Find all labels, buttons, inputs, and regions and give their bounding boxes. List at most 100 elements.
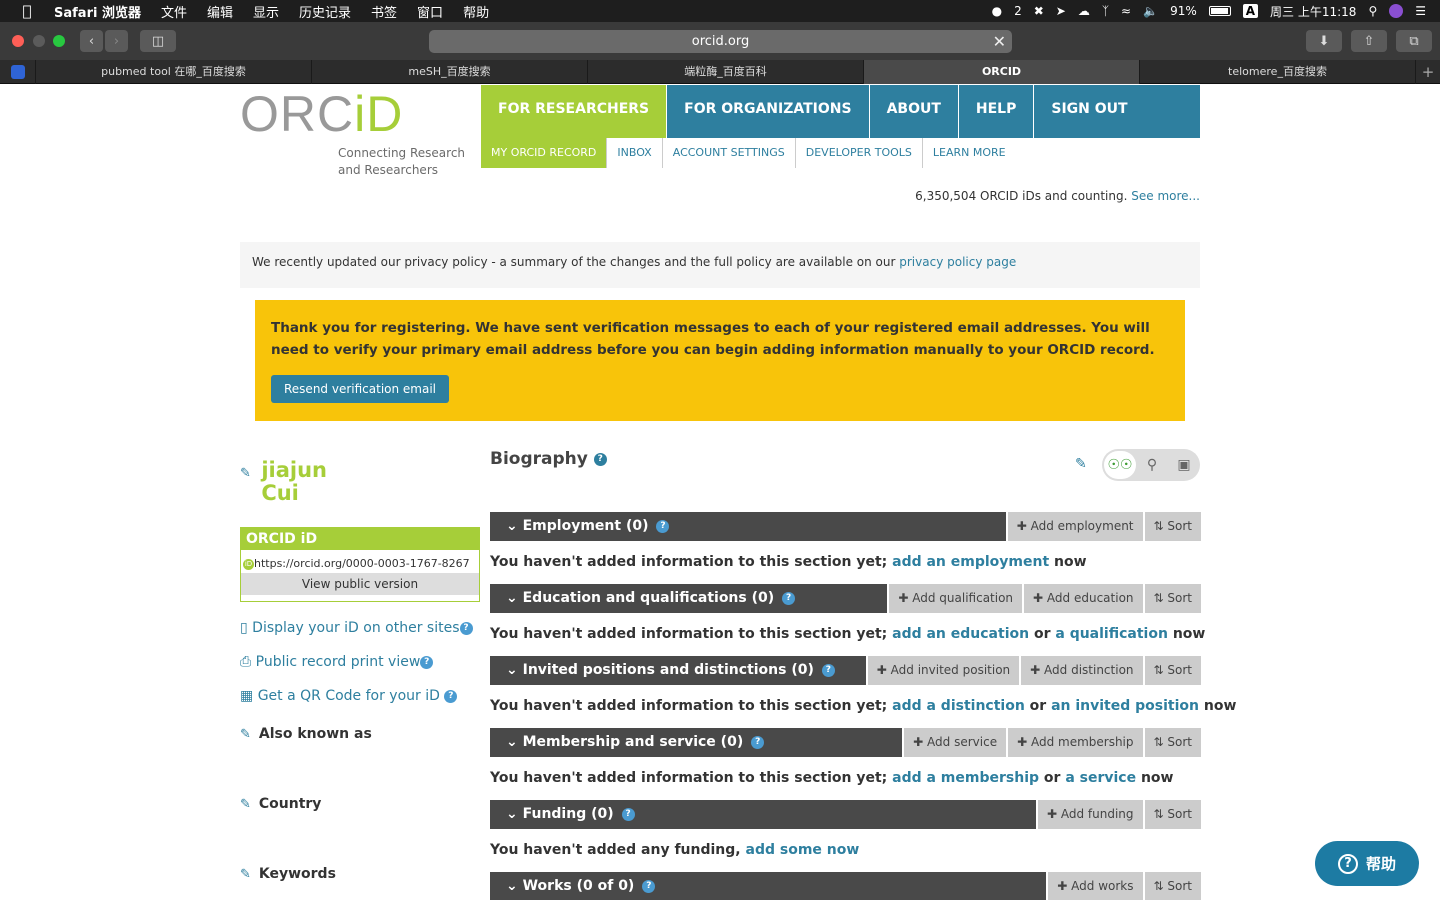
add-funding-link[interactable]: add some now	[746, 842, 860, 858]
everyone-visibility-icon[interactable]: ☉☉	[1104, 451, 1136, 479]
menu-bookmarks[interactable]: 书签	[371, 2, 397, 21]
section-header[interactable]: ⌄ Invited positions and distinctions (0)…	[490, 656, 866, 685]
tab-mesh[interactable]: meSH_百度搜索	[312, 60, 588, 84]
add-employment-button[interactable]: ✚ Add employment	[1007, 512, 1143, 541]
menu-history[interactable]: 历史记录	[299, 2, 351, 21]
section-header[interactable]: ⌄ Education and qualifications (0)?	[490, 584, 888, 613]
cloud-icon[interactable]: ☁	[1078, 4, 1090, 18]
display-id-link[interactable]: ▯ Display your iD on other sites?	[240, 620, 473, 636]
sort-button[interactable]: ⇅ Sort	[1144, 584, 1201, 613]
sort-button[interactable]: ⇅ Sort	[1144, 512, 1201, 541]
tab-pubmed[interactable]: pubmed tool 在哪_百度搜索	[36, 60, 312, 84]
input-method[interactable]: A	[1242, 4, 1259, 18]
tab-orcid[interactable]: ORCID	[864, 60, 1140, 84]
edit-icon[interactable]: ✎	[240, 727, 254, 742]
help-icon[interactable]: ?	[642, 879, 656, 893]
help-icon[interactable]: ?	[593, 452, 607, 466]
help-icon[interactable]: ?	[782, 591, 796, 605]
subnav-my-record[interactable]: MY ORCID RECORD	[481, 138, 608, 168]
nav-for-organizations[interactable]: FOR ORGANIZATIONS	[667, 85, 870, 138]
help-icon[interactable]: ?	[821, 663, 835, 677]
add-distinction-button[interactable]: ✚ Add distinction	[1021, 656, 1143, 685]
edit-name-icon[interactable]: ✎	[240, 462, 254, 485]
see-more-link[interactable]: See more...	[1131, 189, 1200, 203]
add-service-link[interactable]: a service	[1065, 770, 1136, 786]
siri-icon[interactable]	[1389, 4, 1404, 18]
downloads-button[interactable]: ⬇	[1306, 30, 1342, 52]
subnav-account-settings[interactable]: ACCOUNT SETTINGS	[663, 138, 796, 168]
subnav-inbox[interactable]: INBOX	[607, 138, 663, 168]
sort-button[interactable]: ⇅ Sort	[1144, 728, 1201, 757]
orcid-uri[interactable]: iD https://orcid.org/0000-0003-1767-8267	[241, 550, 479, 573]
add-education-button[interactable]: ✚ Add education	[1024, 584, 1143, 613]
tab-telomere[interactable]: telomere_百度搜索	[1140, 60, 1416, 84]
nav-about[interactable]: ABOUT	[870, 85, 959, 138]
minimize-window-button[interactable]	[33, 35, 45, 47]
add-education-link[interactable]: add an education	[892, 626, 1029, 642]
menu-app-name[interactable]: Safari 浏览器	[54, 2, 141, 21]
trusted-visibility-icon[interactable]: ⚲	[1136, 457, 1168, 473]
add-membership-button[interactable]: ✚ Add membership	[1008, 728, 1143, 757]
tab-telomerase[interactable]: 端粒酶_百度百科	[588, 60, 864, 84]
clock[interactable]: 周三 上午11:18	[1270, 3, 1356, 20]
network-icon[interactable]: ✖	[1034, 4, 1044, 18]
qr-code-link[interactable]: ▦ Get a QR Code for your iD ?	[240, 688, 458, 704]
help-icon[interactable]: ?	[444, 689, 458, 703]
resend-verification-button[interactable]: Resend verification email	[271, 375, 450, 403]
edit-biography-icon[interactable]: ✎	[1075, 456, 1087, 472]
subnav-developer-tools[interactable]: DEVELOPER TOOLS	[796, 138, 923, 168]
edit-icon[interactable]: ✎	[240, 797, 254, 812]
add-membership-link[interactable]: add a membership	[892, 770, 1039, 786]
sort-button[interactable]: ⇅ Sort	[1144, 800, 1201, 829]
section-header[interactable]: ⌄ Works (0 of 0)?	[490, 872, 1047, 900]
zoom-window-button[interactable]	[53, 35, 65, 47]
share-button[interactable]: ⇧	[1351, 30, 1387, 52]
add-distinction-link[interactable]: add a distinction	[892, 698, 1025, 714]
add-invited-position-button[interactable]: ✚ Add invited position	[867, 656, 1020, 685]
menu-help[interactable]: 帮助	[463, 2, 489, 21]
help-icon[interactable]: ?	[459, 621, 473, 635]
orcid-logo[interactable]: ORCiD Connecting Research and Researcher…	[240, 85, 465, 177]
wifi-icon[interactable]: ≈	[1121, 4, 1131, 18]
private-visibility-icon[interactable]: ▣	[1168, 457, 1200, 473]
subnav-learn-more[interactable]: LEARN MORE	[923, 138, 1016, 168]
address-bar[interactable]: orcid.org ✕	[429, 30, 1012, 53]
spotlight-icon[interactable]: ⚲	[1368, 4, 1377, 18]
help-icon[interactable]: ?	[621, 807, 635, 821]
wechat-icon[interactable]: ●	[992, 4, 1002, 18]
close-window-button[interactable]	[12, 35, 24, 47]
section-header[interactable]: ⌄ Membership and service (0)?	[490, 728, 903, 757]
bluetooth-icon[interactable]: ᛉ	[1102, 4, 1109, 18]
add-employment-link[interactable]: add an employment	[892, 554, 1049, 570]
privacy-policy-link[interactable]: privacy policy page	[899, 255, 1016, 269]
add-qualification-link[interactable]: a qualification	[1055, 626, 1168, 642]
help-widget-button[interactable]: ? 帮助	[1315, 841, 1419, 886]
menu-file[interactable]: 文件	[161, 2, 187, 21]
notification-center-icon[interactable]: ☰	[1415, 4, 1426, 18]
sort-button[interactable]: ⇅ Sort	[1144, 656, 1201, 685]
sidebar-toggle-button[interactable]: ◫	[140, 30, 176, 52]
section-header[interactable]: ⌄ Funding (0)?	[490, 800, 1036, 829]
nav-help[interactable]: HELP	[959, 85, 1035, 138]
help-icon[interactable]: ?	[751, 735, 765, 749]
section-header[interactable]: ⌄ Employment (0)?	[490, 512, 1006, 541]
nav-for-researchers[interactable]: FOR RESEARCHERS	[481, 85, 668, 138]
view-public-version-button[interactable]: View public version	[241, 573, 479, 595]
help-icon[interactable]: ?	[656, 519, 670, 533]
volume-icon[interactable]: 🔈	[1143, 4, 1158, 18]
nav-sign-out[interactable]: SIGN OUT	[1034, 85, 1144, 138]
battery-icon[interactable]	[1208, 6, 1231, 16]
stop-loading-icon[interactable]: ✕	[993, 30, 1006, 53]
add-qualification-button[interactable]: ✚ Add qualification	[889, 584, 1023, 613]
print-view-link[interactable]: ⎙ Public record print view?	[240, 654, 434, 670]
menu-window[interactable]: 窗口	[417, 2, 443, 21]
edit-icon[interactable]: ✎	[240, 867, 254, 882]
tabs-overview-button[interactable]: ⧉	[1396, 30, 1432, 52]
menu-edit[interactable]: 编辑	[207, 2, 233, 21]
apple-icon[interactable]: 	[0, 2, 54, 20]
help-icon[interactable]: ?	[420, 655, 434, 669]
forward-button[interactable]: ›	[105, 30, 128, 52]
add-funding-button[interactable]: ✚ Add funding	[1037, 800, 1143, 829]
new-tab-button[interactable]: +	[1416, 60, 1440, 84]
pinned-tab-baidu[interactable]	[0, 60, 36, 84]
